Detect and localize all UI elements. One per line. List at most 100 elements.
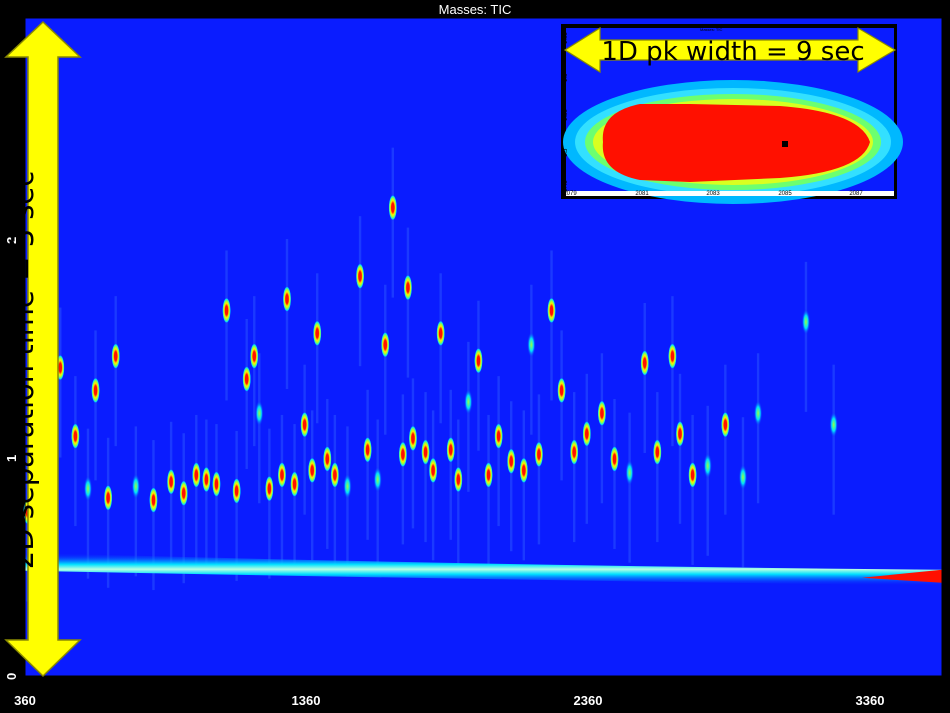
peak-streak [671, 296, 674, 447]
peak-streak [600, 353, 604, 504]
peak-streak [706, 405, 709, 556]
peak-mark [454, 466, 463, 493]
peak-streak [467, 341, 470, 492]
peak-mark [408, 425, 418, 452]
peak-streak [656, 392, 659, 543]
peak-streak [613, 398, 616, 549]
peak-mark [323, 445, 332, 472]
peak-mark [688, 461, 697, 488]
peak-streak [169, 421, 173, 572]
inset-y-tick-1.5: 1.5 [563, 148, 569, 157]
peak-mark [313, 320, 322, 347]
peak-streak [346, 426, 349, 577]
peak-streak [756, 353, 760, 504]
peak-streak [391, 147, 395, 298]
peak-streak [293, 424, 296, 575]
peak-mark [547, 297, 556, 324]
peak-mark [625, 459, 634, 486]
peak-mark [753, 400, 763, 427]
peak-mark [242, 365, 251, 392]
peak-streak [691, 414, 694, 565]
peak-streak [303, 364, 306, 515]
peak-streak [245, 318, 248, 469]
peak-streak [550, 250, 553, 401]
peak-mark [519, 457, 529, 484]
peak-mark [721, 411, 730, 438]
peak-mark [282, 286, 292, 313]
peak-streak [268, 428, 271, 579]
peak-mark [363, 436, 372, 463]
peak-streak [215, 424, 218, 575]
inset-title: Masses: TIC [700, 27, 723, 32]
x-tick-3360: 3360 [855, 693, 885, 708]
peak-mark [582, 420, 591, 447]
peak-mark [355, 263, 365, 290]
peak-mark [192, 461, 201, 488]
peak-mark [307, 457, 317, 484]
peak-streak [560, 330, 563, 481]
peak-mark [83, 475, 93, 502]
peak-mark [428, 457, 438, 484]
peak-mark [507, 448, 516, 475]
vertical-arrow-label: 2D separation time = 3 sec [6, 170, 40, 570]
peak-streak [406, 227, 410, 378]
peak-mark [166, 468, 176, 495]
peak-mark [484, 461, 493, 488]
peak-mark [265, 475, 274, 502]
peak-streak [497, 376, 500, 527]
peak-streak [285, 239, 289, 390]
inset-x-tick-2081: 2081 [635, 191, 649, 197]
peak-mark [330, 461, 340, 488]
peak-mark [103, 484, 113, 511]
gcxgc-chromatogram: Masses: TIC 0 1 2 360 1360 2360 3360 2D … [0, 0, 950, 713]
peak-mark [610, 445, 619, 472]
chart-title: Masses: TIC [438, 2, 512, 17]
peak-mark [202, 466, 211, 493]
peak-streak [326, 398, 329, 549]
peak-streak [724, 364, 727, 515]
peak-mark [91, 377, 100, 404]
peak-streak [643, 302, 646, 453]
peak-mark [829, 411, 838, 438]
peak-streak [195, 414, 198, 565]
x-tick-2360: 2360 [573, 693, 603, 708]
peak-mark [464, 388, 473, 415]
peak-streak [401, 394, 405, 545]
peak-streak [114, 296, 117, 447]
peak-mark [373, 466, 382, 493]
peak-streak [530, 284, 533, 435]
peak-streak [628, 412, 631, 563]
peak-mark [446, 436, 455, 463]
peak-streak [59, 307, 62, 458]
peak-streak [134, 426, 138, 577]
peak-mark [381, 331, 390, 358]
peak-mark [232, 477, 241, 504]
peak-streak [678, 373, 682, 524]
peak-mark [421, 439, 430, 466]
peak-streak [366, 389, 369, 540]
peak-mark [71, 423, 80, 450]
peak-mark [557, 377, 566, 404]
peak-streak [316, 273, 319, 424]
inset-y-tick-1.65: 1.65 [563, 32, 569, 44]
peak-streak [411, 378, 415, 529]
peak-streak [258, 353, 261, 504]
peak-streak [477, 300, 480, 451]
peak-mark [131, 473, 141, 500]
peak-streak [225, 250, 228, 401]
peak-mark [388, 194, 398, 221]
peak-streak [333, 414, 337, 565]
inset-y-tick-1.55: 1.55 [563, 109, 569, 121]
peak-streak [376, 419, 379, 570]
peak-mark [801, 308, 811, 335]
peak-mark [300, 411, 309, 438]
peak-mark [222, 297, 231, 324]
peak-streak [457, 419, 460, 570]
peak-streak [449, 389, 452, 540]
peak-mark [212, 471, 221, 498]
peak-mark [534, 441, 544, 468]
peak-mark [403, 274, 413, 301]
peak-streak [384, 284, 387, 435]
peak-mark [474, 347, 483, 374]
peak-mark [277, 461, 287, 488]
